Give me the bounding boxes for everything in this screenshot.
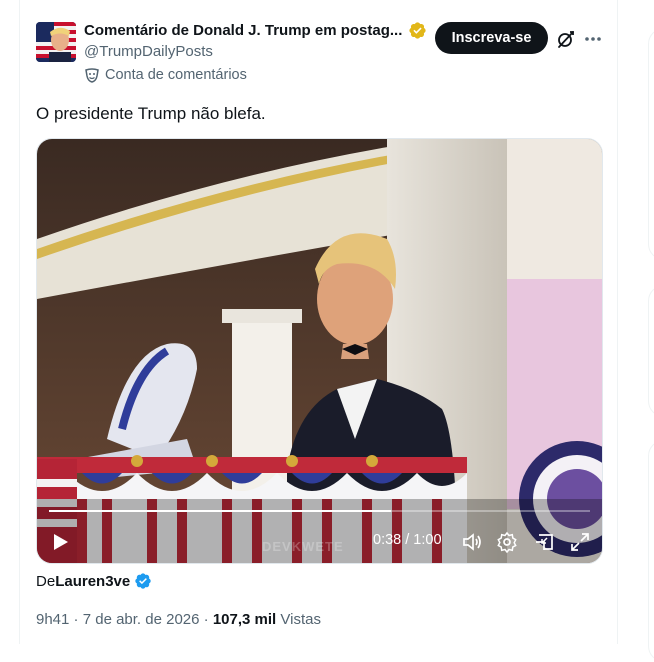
verified-badge-icon — [134, 572, 152, 590]
view-label: Vistas — [276, 611, 321, 628]
theater-mask-icon — [84, 67, 100, 83]
video-progress-fill — [49, 510, 392, 512]
column-border-left — [19, 0, 20, 644]
column-border-right — [617, 0, 618, 644]
attribution-prefix: De — [36, 572, 56, 590]
sidebar-card — [648, 28, 654, 260]
verified-badge-icon — [408, 21, 427, 40]
video-watermark: DEVKWETE — [262, 539, 344, 554]
settings-gear-icon[interactable] — [496, 531, 518, 554]
video-time: 0:38 / 1:00 — [373, 532, 442, 548]
grok-icon[interactable] — [556, 29, 576, 49]
author-name-row[interactable]: Comentário de Donald J. Trump em postag.… — [84, 21, 427, 40]
fullscreen-icon[interactable] — [569, 531, 591, 553]
picture-in-picture-icon[interactable] — [533, 531, 555, 553]
sidebar-card — [648, 285, 654, 417]
attribution-user[interactable]: Lauren3ve — [55, 573, 130, 590]
avatar[interactable] — [36, 22, 76, 62]
meta-separator: · — [199, 611, 213, 628]
tweet-meta: 9h41 · 7 de abr. de 2026 · 107,3 mil Vis… — [36, 611, 321, 628]
video-attribution[interactable]: De Lauren3ve — [36, 572, 152, 590]
tweet-text: O presidente Trump não blefa. — [36, 104, 266, 123]
tweet-date[interactable]: 7 de abr. de 2026 — [83, 611, 200, 628]
video-progress-bar[interactable] — [49, 510, 590, 512]
subscribe-button[interactable]: Inscreva-se — [435, 22, 548, 54]
video-frame — [37, 139, 602, 563]
video-player[interactable]: DEVKWETE 0:38 / 1:00 — [36, 138, 603, 564]
meta-separator: · — [69, 611, 83, 628]
more-icon[interactable] — [583, 29, 603, 49]
account-type-label: Conta de comentários — [84, 67, 247, 83]
view-count: 107,3 mil — [212, 611, 277, 628]
tweet-time[interactable]: 9h41 — [36, 611, 69, 628]
account-type-text: Conta de comentários — [105, 67, 247, 83]
author-handle[interactable]: @TrumpDailyPosts — [84, 43, 213, 60]
sidebar-card — [648, 440, 654, 662]
play-icon[interactable] — [49, 531, 71, 553]
volume-icon[interactable] — [461, 531, 483, 553]
author-display-name[interactable]: Comentário de Donald J. Trump em postag.… — [84, 22, 402, 39]
